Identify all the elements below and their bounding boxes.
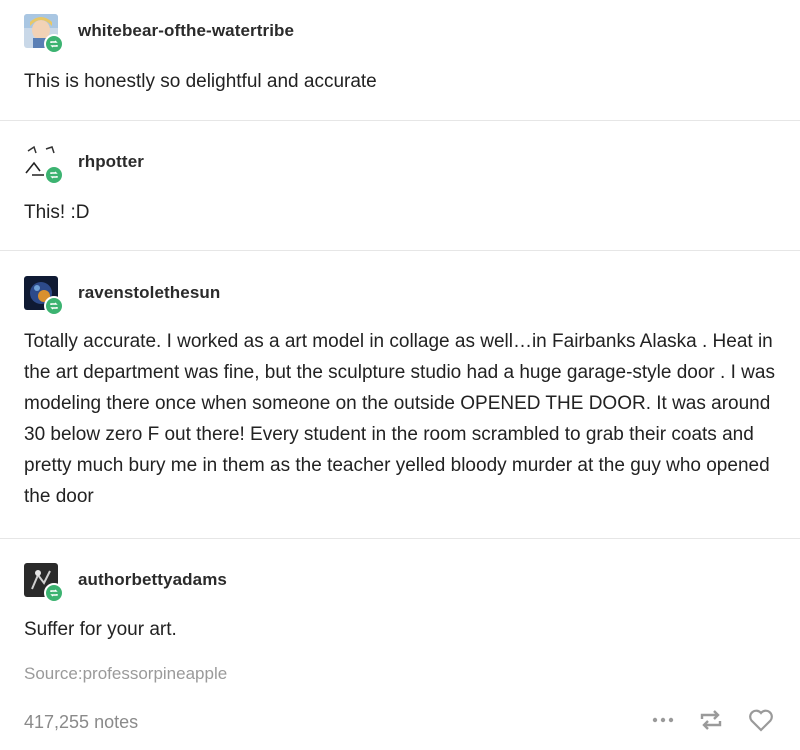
reblog-badge-icon (44, 583, 64, 603)
reblog-badge-icon (44, 296, 64, 316)
divider (0, 250, 800, 251)
username-link[interactable]: ravenstolethesun (78, 283, 220, 303)
username-link[interactable]: authorbettyadams (78, 570, 227, 590)
avatar[interactable] (24, 276, 64, 316)
username-link[interactable]: rhpotter (78, 152, 144, 172)
avatar[interactable] (24, 14, 64, 54)
post-footer: 417,255 notes (0, 700, 800, 746)
reblog-header: authorbettyadams (24, 563, 227, 603)
avatar[interactable] (24, 145, 64, 185)
heart-icon[interactable] (748, 708, 774, 732)
reblog-badge-icon (44, 165, 64, 185)
username-link[interactable]: whitebear-ofthe-watertribe (78, 21, 294, 41)
reblog-icon[interactable] (698, 709, 724, 731)
notes-count[interactable]: 417,255 notes (24, 712, 138, 733)
more-icon[interactable] (652, 716, 674, 724)
post-text: This is honestly so delightful and accur… (24, 71, 377, 92)
tumblr-post: whitebear-ofthe-watertribe This is hones… (0, 0, 800, 750)
reblog-header: whitebear-ofthe-watertribe (24, 14, 294, 54)
avatar[interactable] (24, 563, 64, 603)
post-actions (652, 708, 774, 732)
divider (0, 538, 800, 539)
source-link[interactable]: Source:professorpineapple (24, 664, 227, 684)
post-text: Totally accurate. I worked as a art mode… (24, 331, 775, 507)
post-text: This! :D (24, 202, 90, 223)
post-text: Suffer for your art. (24, 619, 177, 640)
reblog-header: ravenstolethesun (24, 276, 220, 316)
reblog-header: rhpotter (24, 145, 144, 185)
reblog-badge-icon (44, 34, 64, 54)
divider (0, 120, 800, 121)
